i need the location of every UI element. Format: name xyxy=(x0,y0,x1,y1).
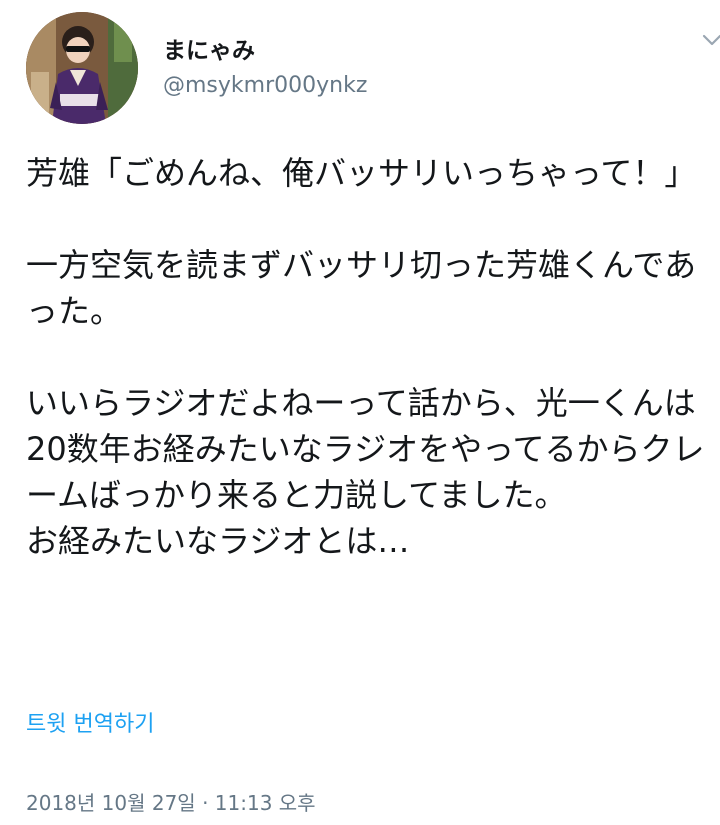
chevron-down-icon[interactable] xyxy=(700,30,720,50)
tweet-text: 芳雄「ごめんね、俺バッサリいっちゃって！」 一方空気を読まずバッサリ切った芳雄く… xyxy=(26,154,705,560)
user-handle[interactable]: @msykmr000ynkz xyxy=(163,72,367,100)
user-info: まにゃみ @msykmr000ynkz xyxy=(163,36,367,100)
tweet: まにゃみ @msykmr000ynkz 芳雄「ごめんね、俺バッサリいっちゃって！… xyxy=(0,0,720,825)
translate-tweet-link[interactable]: 트윗 번역하기 xyxy=(26,710,154,740)
display-name[interactable]: まにゃみ xyxy=(163,36,367,66)
avatar-image xyxy=(26,12,138,124)
tweet-timestamp: 2018년 10월 27일 · 11:13 오후 xyxy=(26,791,316,815)
avatar[interactable] xyxy=(26,12,138,124)
